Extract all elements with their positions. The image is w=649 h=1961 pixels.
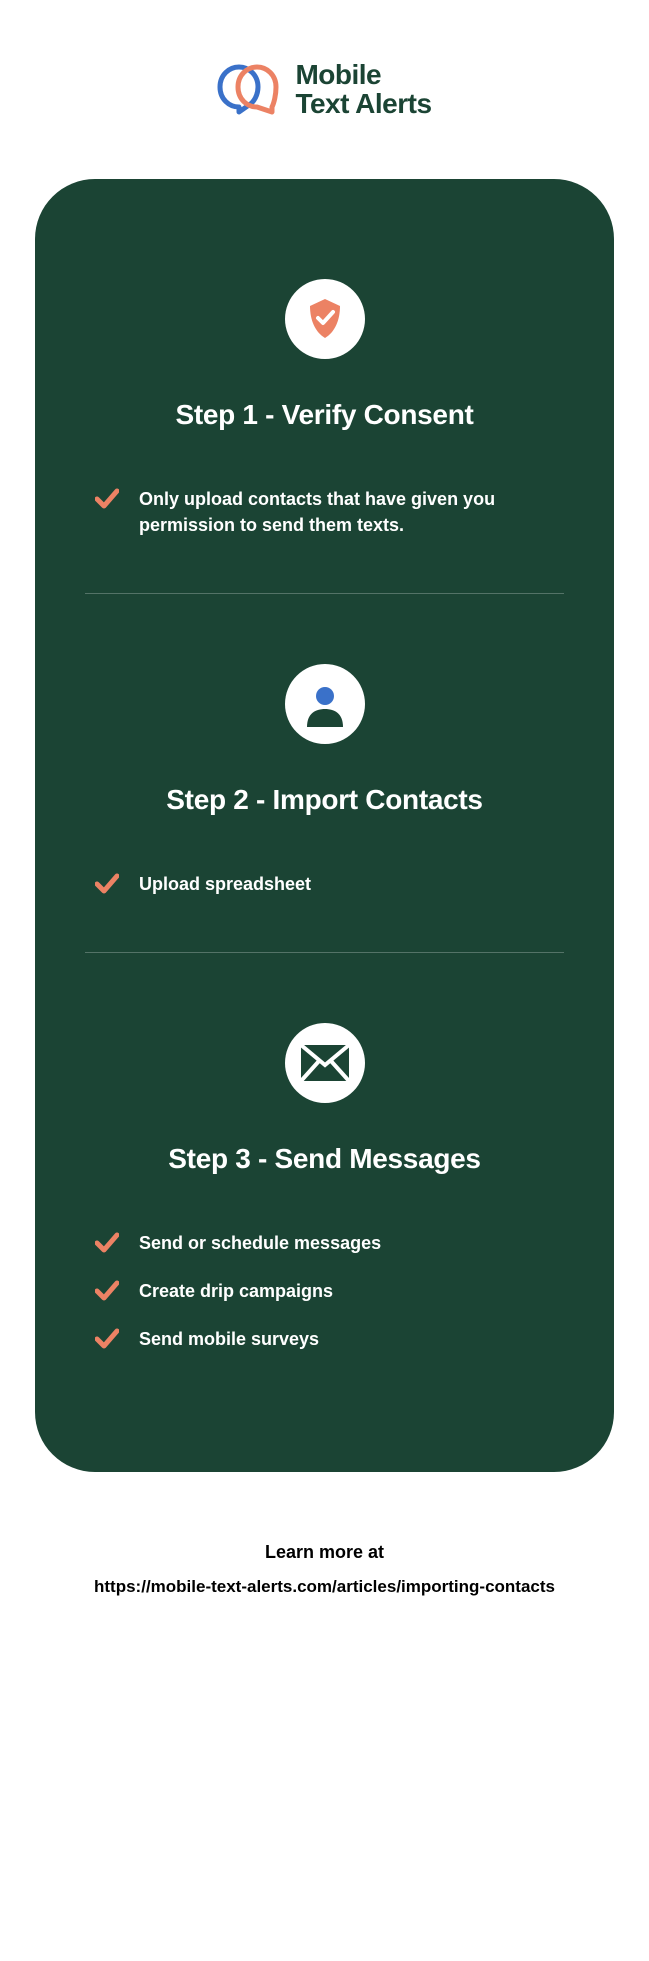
step-2: Step 2 - Import Contacts Upload spreadsh… xyxy=(85,664,564,897)
bullet-text: Only upload contacts that have given you… xyxy=(139,486,554,538)
shield-check-icon xyxy=(285,279,365,359)
footer: Learn more at https://mobile-text-alerts… xyxy=(35,1542,614,1597)
footer-label: Learn more at xyxy=(35,1542,614,1563)
check-icon xyxy=(95,1328,119,1350)
divider xyxy=(85,952,564,953)
bullet-text: Upload spreadsheet xyxy=(139,871,311,897)
list-item: Upload spreadsheet xyxy=(95,871,554,897)
footer-url: https://mobile-text-alerts.com/articles/… xyxy=(35,1577,614,1597)
list-item: Create drip campaigns xyxy=(95,1278,554,1304)
list-item: Send mobile surveys xyxy=(95,1326,554,1352)
brand-line1: Mobile xyxy=(295,60,431,89)
step-1-title: Step 1 - Verify Consent xyxy=(175,399,473,431)
step-3: Step 3 - Send Messages Send or schedule … xyxy=(85,1023,564,1352)
check-icon xyxy=(95,873,119,895)
logo-icon xyxy=(217,63,279,115)
check-icon xyxy=(95,1280,119,1302)
check-icon xyxy=(95,488,119,510)
brand-line2: Text Alerts xyxy=(295,89,431,118)
brand-name: Mobile Text Alerts xyxy=(295,60,431,119)
bullet-text: Send or schedule messages xyxy=(139,1230,381,1256)
envelope-icon xyxy=(285,1023,365,1103)
step-3-title: Step 3 - Send Messages xyxy=(168,1143,480,1175)
bullet-text: Create drip campaigns xyxy=(139,1278,333,1304)
check-icon xyxy=(95,1232,119,1254)
list-item: Only upload contacts that have given you… xyxy=(95,486,554,538)
step-2-title: Step 2 - Import Contacts xyxy=(166,784,482,816)
bullet-text: Send mobile surveys xyxy=(139,1326,319,1352)
steps-card: Step 1 - Verify Consent Only upload cont… xyxy=(35,179,614,1473)
list-item: Send or schedule messages xyxy=(95,1230,554,1256)
divider xyxy=(85,593,564,594)
person-icon xyxy=(285,664,365,744)
step-1: Step 1 - Verify Consent Only upload cont… xyxy=(85,279,564,538)
brand-logo: Mobile Text Alerts xyxy=(35,60,614,119)
